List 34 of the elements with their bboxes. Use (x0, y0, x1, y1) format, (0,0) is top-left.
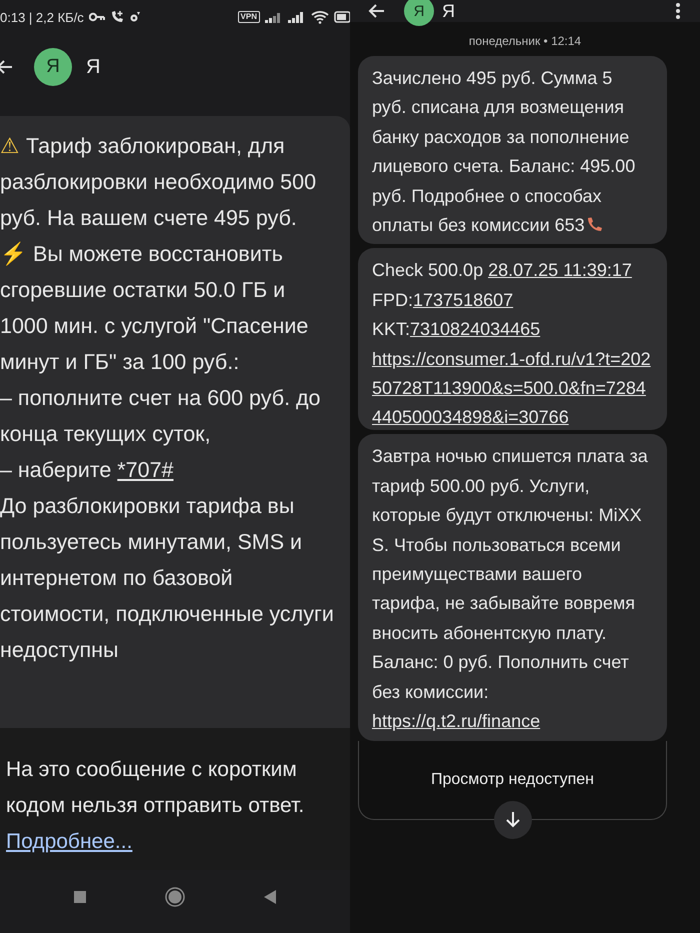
menu-icon[interactable] (676, 3, 680, 19)
avatar: Я (34, 48, 72, 86)
status-time: 0:13 | 2,2 КБ/с (0, 10, 84, 24)
link[interactable]: 1737518607 (413, 290, 514, 310)
key-icon (88, 12, 105, 22)
link[interactable]: 28.07.25 11:39:17 (488, 260, 632, 280)
message-text: Зачислено 495 руб. Сумма 5 руб. списана для возмещения банку расходов за пополнение лицевого счета. Баланс: 495.00 руб. Подробнее о способах оплаты без комиссии 653 (372, 67, 636, 238)
link[interactable]: *707# (117, 458, 174, 482)
battery-icon (334, 11, 350, 23)
contact-name: Я (86, 56, 100, 78)
down-arrow-icon (506, 812, 520, 828)
link[interactable]: 7310824034465 (410, 319, 540, 340)
signal-icon (288, 11, 306, 23)
notice-text: На это сообщение с коротким кодом нельзя отправить ответ. (6, 757, 306, 819)
scroll-down-button[interactable] (494, 800, 532, 838)
recents-icon[interactable] (74, 890, 86, 902)
signal-icon (265, 11, 283, 23)
link[interactable]: https://q.t2.ru/finance (372, 711, 540, 732)
message-text: Завтра ночью спишется плата за тариф 500.00 руб. Услуги, которые будут отключены: MiXX S. Чтобы пользоваться всеми преимуществами вашего тарифа, не забывайте вовремя вносить абонентскую плату. Баланс: 0 руб. Пополнить счет без комиссии: https://q.t2.ru/finance (372, 445, 649, 734)
back-icon[interactable] (0, 59, 12, 75)
contact-name: Я (442, 0, 455, 22)
message-text: Check 500.0р 28.07.25 11:39:17 FPD:1737518607 KKT:7310824034465 https://consumer.1-ofd.ru/v1?t=20250728T113900&s=500.0&fn=7284440500034898&i=30766 (372, 256, 651, 430)
date-label: понедельник • 12:14 (468, 33, 582, 50)
link[interactable]: https://consumer.1-ofd.ru/v1?t=20250728T113900&s=500.0&fn=7284440500034898&i=30766 (372, 344, 651, 430)
call-icon (110, 10, 124, 24)
wifi-icon (311, 10, 329, 24)
home-icon[interactable] (164, 886, 186, 908)
gear-icon (128, 11, 141, 23)
more-link[interactable]: Подробнее... (6, 824, 132, 860)
vpn-badge: VPN (238, 11, 260, 23)
avatar: Я (404, 0, 434, 26)
message-text: ⚠ Тариф заблокирован, для разблокировки необходимо 500 руб. На вашем счете 495 руб. ⚡ Вы можете восстановить сгоревшие остатки 50.0 ГБ и 1000 мин. с услугой "Спасение минут и ГБ" за 100 руб.: – пополните счет на 600 руб. до конца текущих суток, – наберите *707# До разблокировки тарифа вы пользуетесь минутами, SMS и интернетом по базовой стоимости, подключенные услуги недоступны (0, 133, 335, 664)
back-icon[interactable] (368, 3, 384, 19)
preview-text: Просмотр недоступен (430, 770, 594, 788)
